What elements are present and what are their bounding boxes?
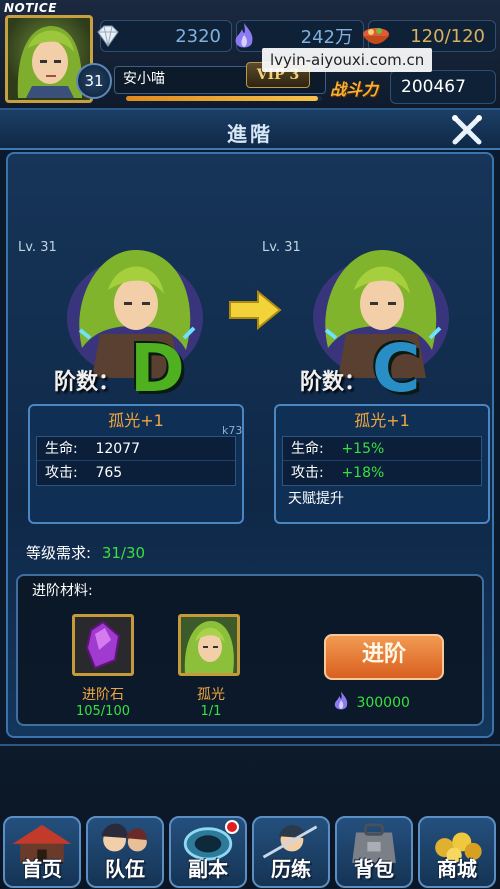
- nav-shop[interactable]: 商城: [418, 816, 496, 888]
- current-level: Lv. 31: [18, 240, 57, 255]
- energy-value: 242万: [300, 27, 353, 48]
- next-grade-label: 阶数：: [300, 370, 367, 395]
- next-stats-card: 孤光+1 生命: +15% 攻击: +18% 天赋提升: [274, 404, 490, 524]
- notification-dot: [225, 820, 239, 834]
- nav-training[interactable]: 历练: [252, 816, 330, 888]
- nav-label-shop: 商城: [437, 857, 477, 881]
- next-atk-row: 攻击: +18%: [283, 461, 481, 485]
- material-name-stone: 进阶石: [82, 687, 124, 703]
- current-hero-name: 孤光+1: [108, 411, 164, 430]
- purple-gem-icon: [85, 620, 121, 670]
- diamond-icon: [91, 19, 125, 53]
- nav-bag[interactable]: 背包: [335, 816, 413, 888]
- nav-dungeon[interactable]: 副本: [169, 816, 247, 888]
- atk-label: 攻击:: [45, 465, 78, 481]
- bottom-nav: 首页 队伍 副本 历练 背包 商城: [0, 744, 500, 889]
- nav-team[interactable]: 队伍: [86, 816, 164, 888]
- title-bar: 進階: [0, 110, 500, 150]
- close-icon: [452, 115, 482, 145]
- material-slot-hero[interactable]: [178, 614, 240, 676]
- blue-flame-icon: [332, 690, 352, 716]
- requirement-value: 31/30: [101, 544, 146, 562]
- nav-label-home: 首页: [22, 857, 62, 881]
- notice-label[interactable]: NOTICE: [4, 1, 57, 15]
- top-hud: NOTICE 31 2320 242万 120/120 安小喵 VIP 3 战斗: [0, 0, 500, 110]
- atk-label: 攻击:: [291, 465, 324, 481]
- level-requirement: 等级需求: 31/30: [26, 542, 145, 563]
- arrow-right-icon: [229, 289, 282, 331]
- current-stats-card: 孤光+1 生命: 12077 攻击: 765: [28, 404, 244, 524]
- diamond-counter[interactable]: 2320: [97, 20, 232, 52]
- current-grade-label: 阶数：: [54, 370, 121, 395]
- player-level-badge: 31: [76, 63, 112, 99]
- page-title: 進階: [227, 122, 273, 146]
- hp-label: 生命:: [45, 441, 78, 457]
- nav-label-team: 队伍: [105, 857, 145, 881]
- current-hp-row: 生命: 12077: [37, 437, 235, 461]
- exp-bar: [126, 96, 322, 101]
- hp-label: 生命:: [291, 441, 324, 457]
- material-count-stone: 105/100: [75, 704, 130, 719]
- exp-bar-fill: [126, 96, 319, 101]
- hp-value: 12077: [95, 441, 140, 457]
- material-name-hero: 孤光: [197, 687, 225, 703]
- atk-value: 765: [95, 465, 123, 481]
- nav-home[interactable]: 首页: [3, 816, 81, 888]
- material-count-hero: 1/1: [200, 704, 222, 719]
- materials-panel: 进阶材料: 进阶石 105/100 孤光 1/1 进阶 300000: [16, 574, 484, 726]
- advance-button[interactable]: 进阶: [324, 634, 444, 680]
- advance-panel: Lv. 31 阶数： D Lv. 31 阶数： C 孤光+1 生命: 12077…: [6, 152, 494, 738]
- talent-upgrade-text: 天赋提升: [288, 491, 344, 507]
- materials-title: 进阶材料:: [32, 583, 93, 599]
- nav-label-dungeon: 副本: [188, 857, 228, 881]
- k73-watermark: k73: [222, 424, 243, 437]
- next-level: Lv. 31: [262, 240, 301, 255]
- next-hero-name: 孤光+1: [354, 411, 410, 430]
- diamond-value: 2320: [175, 25, 221, 47]
- stamina-value: 120/120: [410, 25, 485, 47]
- nav-label-training: 历练: [271, 857, 311, 881]
- current-atk-row: 攻击: 765: [37, 461, 235, 485]
- close-button[interactable]: [450, 114, 484, 146]
- material-slot-stone[interactable]: [72, 614, 134, 676]
- advance-cost: 300000: [332, 690, 410, 716]
- site-watermark: lvyin-aiyouxi.com.cn: [262, 48, 433, 72]
- hp-bonus: +15%: [341, 441, 385, 457]
- nav-label-bag: 背包: [354, 857, 394, 881]
- blue-flame-icon: [227, 19, 261, 53]
- current-grade-letter: D: [130, 330, 185, 407]
- next-hp-row: 生命: +15%: [283, 437, 481, 461]
- combat-power-label: 战斗力: [330, 80, 379, 99]
- combat-power-value: 200467: [390, 70, 496, 104]
- next-grade-letter: C: [372, 330, 421, 407]
- hero-portrait-icon: [181, 617, 237, 673]
- requirement-label: 等级需求:: [26, 544, 92, 562]
- cost-value: 300000: [356, 695, 410, 711]
- atk-bonus: +18%: [341, 465, 385, 481]
